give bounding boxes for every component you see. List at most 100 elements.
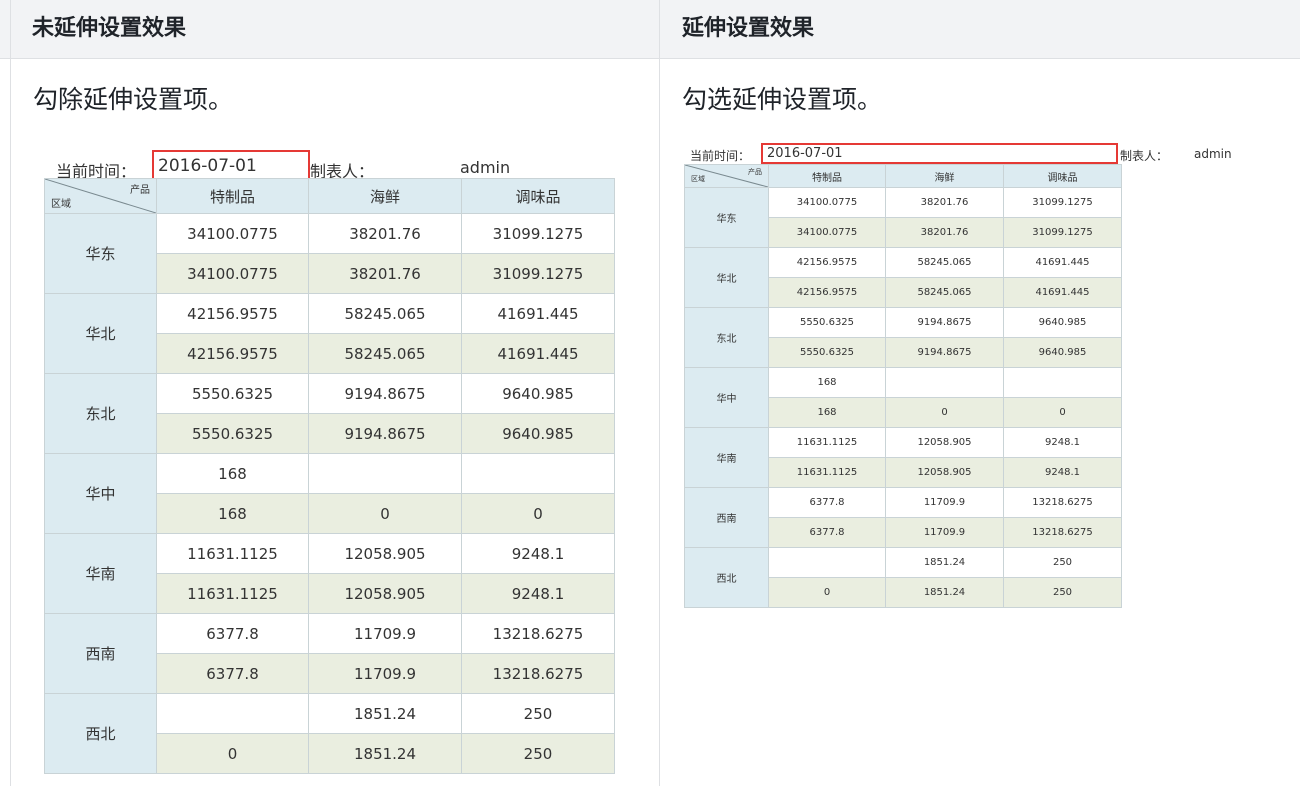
region-cell: 华北: [44, 293, 157, 374]
report-table: 产品 区域 特制品 海鲜 调味品 华东 34100.0775 38201.76 31099.12…: [684, 164, 1122, 608]
value-cell: 0: [461, 493, 615, 534]
value-cell: 31099.1275: [1003, 187, 1122, 218]
report-image-extended: 当前时间： 2016-07-01 制表人： admin 产品 区域 特制品 海鲜 调味品…: [684, 140, 1244, 632]
left-note: 勾除延伸设置项。: [33, 85, 234, 114]
value-cell: 13218.6275: [1003, 517, 1122, 548]
value-cell: 41691.445: [1003, 277, 1122, 308]
maker-value: admin: [460, 158, 511, 177]
product-header: 海鲜: [308, 178, 462, 214]
table-row: 华南 11631.1125 12058.905 9248.1: [44, 533, 615, 614]
region-cell: 华南: [684, 427, 769, 488]
region-cell: 华东: [684, 187, 769, 248]
region-cell: 华东: [44, 213, 157, 294]
value-cell: 0: [885, 397, 1004, 428]
product-header: 调味品: [1003, 164, 1122, 188]
value-cell: 11709.9: [885, 517, 1004, 548]
value-cell: 41691.445: [1003, 247, 1122, 278]
value-cell: 42156.9575: [768, 277, 886, 308]
table-row: 西北 1851.24 250: [684, 547, 1122, 608]
value-cell: 250: [461, 693, 615, 734]
value-cell: 58245.065: [885, 277, 1004, 308]
region-cell: 东北: [44, 373, 157, 454]
value-cell: 9248.1: [1003, 457, 1122, 488]
region-cell: 东北: [684, 307, 769, 368]
value-cell: 12058.905: [885, 427, 1004, 458]
value-cell: [156, 693, 309, 734]
region-cell: 西南: [44, 613, 157, 694]
value-cell: 0: [1003, 397, 1122, 428]
corner-header: 产品 区域: [684, 164, 769, 188]
right-column-header: 延伸设置效果: [682, 16, 815, 41]
corner-product-label: 产品: [130, 185, 150, 196]
value-cell: [461, 453, 615, 494]
value-cell: 41691.445: [461, 333, 615, 374]
value-cell: 1851.24: [308, 693, 462, 734]
value-cell: 9640.985: [461, 413, 615, 454]
value-cell: 168: [768, 397, 886, 428]
value-cell: 168: [156, 453, 309, 494]
value-cell: 168: [156, 493, 309, 534]
value-cell: 38201.76: [308, 253, 462, 294]
value-cell: 31099.1275: [461, 213, 615, 254]
value-cell: 13218.6275: [461, 653, 615, 694]
value-cell: 13218.6275: [461, 613, 615, 654]
date-field-highlighted: 2016-07-01: [761, 143, 1118, 164]
value-cell: 9248.1: [1003, 427, 1122, 458]
value-cell: 11709.9: [885, 487, 1004, 518]
value-cell: 0: [308, 493, 462, 534]
value-cell: 13218.6275: [1003, 487, 1122, 518]
value-cell: 1851.24: [885, 547, 1004, 578]
value-cell: 31099.1275: [1003, 217, 1122, 248]
value-cell: 34100.0775: [768, 187, 886, 218]
value-cell: 250: [461, 733, 615, 774]
table-row: 华北 42156.9575 58245.065 41691.445: [684, 247, 1122, 308]
value-cell: 9248.1: [461, 573, 615, 614]
value-cell: 5550.6325: [156, 413, 309, 454]
value-cell: 11709.9: [308, 653, 462, 694]
value-cell: 6377.8: [768, 517, 886, 548]
product-header: 调味品: [461, 178, 615, 214]
column-divider: [659, 0, 660, 786]
value-cell: 9194.8675: [308, 373, 462, 414]
region-cell: 西南: [684, 487, 769, 548]
table-header-row: 产品 区域 特制品 海鲜 调味品: [44, 178, 615, 214]
corner-header: 产品 区域: [44, 178, 157, 214]
corner-product-label: 产品: [748, 168, 762, 176]
value-cell: 11631.1125: [768, 427, 886, 458]
product-header: 特制品: [768, 164, 886, 188]
value-cell: 12058.905: [308, 573, 462, 614]
report-image-not-extended: 当前时间： 2016-07-01 制表人： admin 产品 区域 特制品 海鲜 调味品…: [44, 150, 616, 786]
value-cell: 9248.1: [461, 533, 615, 574]
value-cell: 12058.905: [885, 457, 1004, 488]
table-row: 华中 168: [684, 367, 1122, 428]
value-cell: 38201.76: [885, 217, 1004, 248]
table-row: 华东 34100.0775 38201.76 31099.1275: [684, 187, 1122, 248]
table-row: 华东 34100.0775 38201.76 31099.1275: [44, 213, 615, 294]
value-cell: 34100.0775: [156, 253, 309, 294]
product-header: 海鲜: [885, 164, 1004, 188]
region-cell: 华北: [684, 247, 769, 308]
value-cell: 9194.8675: [885, 307, 1004, 338]
value-cell: 9194.8675: [308, 413, 462, 454]
value-cell: 168: [768, 367, 886, 398]
table-row: 东北 5550.6325 9194.8675 9640.985: [44, 373, 615, 454]
value-cell: 9640.985: [1003, 337, 1122, 368]
value-cell: 1851.24: [308, 733, 462, 774]
maker-label: 制表人：: [1120, 149, 1169, 163]
value-cell: [768, 547, 886, 578]
value-cell: 11631.1125: [768, 457, 886, 488]
table-row: 西南 6377.8 11709.9 13218.6275: [684, 487, 1122, 548]
value-cell: 5550.6325: [156, 373, 309, 414]
value-cell: [308, 453, 462, 494]
report-table: 产品 区域 特制品 海鲜 调味品 华东 34100.0775 38201.76 31099.12…: [44, 178, 615, 774]
value-cell: 38201.76: [885, 187, 1004, 218]
value-cell: 5550.6325: [768, 307, 886, 338]
value-cell: 9194.8675: [885, 337, 1004, 368]
region-cell: 西北: [44, 693, 157, 774]
region-cell: 西北: [684, 547, 769, 608]
value-cell: 42156.9575: [156, 293, 309, 334]
value-cell: 34100.0775: [156, 213, 309, 254]
left-column-header: 未延伸设置效果: [32, 16, 187, 41]
value-cell: 31099.1275: [461, 253, 615, 294]
table-left-border: [10, 0, 11, 786]
